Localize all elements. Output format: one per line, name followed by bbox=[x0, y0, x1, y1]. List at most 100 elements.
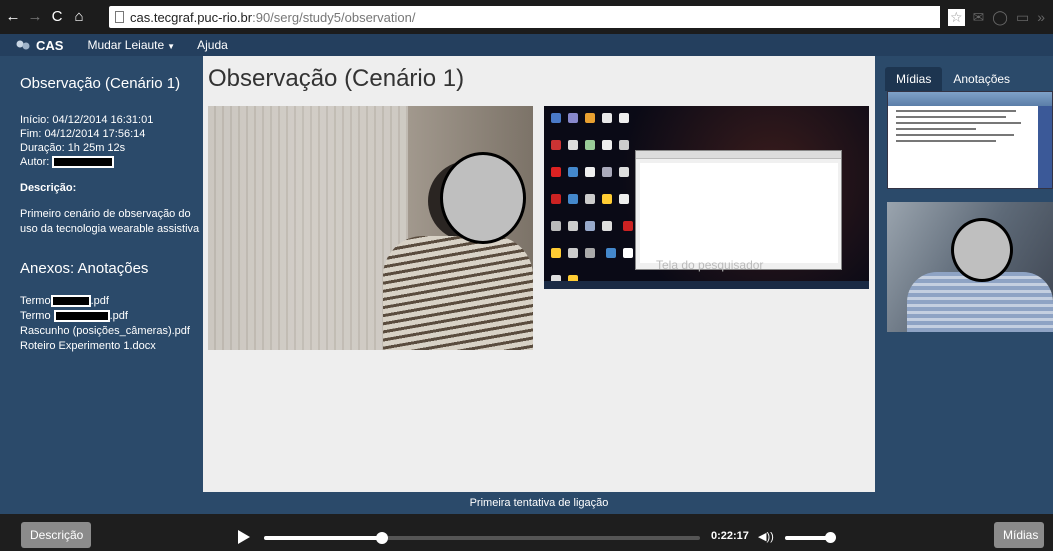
description-button[interactable]: Descrição bbox=[21, 522, 91, 548]
app-navbar: CAS Mudar Leiaute ▼ Ajuda bbox=[0, 34, 1053, 56]
volume-slider[interactable] bbox=[785, 532, 836, 543]
brand[interactable]: CAS bbox=[16, 38, 63, 53]
volume-icon[interactable]: ◀)) bbox=[758, 530, 774, 543]
chevron-down-icon: ▼ bbox=[167, 42, 176, 51]
extension-window-icon[interactable]: ▭ bbox=[1016, 9, 1029, 26]
seek-bar[interactable] bbox=[264, 532, 700, 544]
back-icon[interactable]: ← bbox=[4, 8, 22, 26]
description-label: Descrição: bbox=[20, 182, 77, 194]
volume-handle[interactable] bbox=[825, 532, 836, 543]
desktop-icon bbox=[551, 221, 561, 231]
reload-icon[interactable]: C bbox=[48, 8, 66, 26]
attachment-item[interactable]: Rascunho (posições_câmeras).pdf bbox=[20, 324, 203, 339]
desktop-icon bbox=[602, 140, 612, 150]
filename-redacted bbox=[50, 295, 91, 308]
attachments-title: Anexos: Anotações bbox=[20, 260, 149, 277]
attachment-list: Termo .pdf Termo .pdf Rascunho (posições_… bbox=[20, 294, 203, 354]
media-thumbnail-screen[interactable] bbox=[887, 91, 1053, 189]
mail-icon[interactable]: ✉ bbox=[973, 9, 985, 26]
brand-logo-icon bbox=[16, 39, 30, 51]
window-blind bbox=[208, 106, 408, 350]
desktop-icon bbox=[585, 167, 595, 177]
author-label: Autor: bbox=[20, 156, 50, 168]
volume-level bbox=[785, 536, 830, 540]
screen-overlay-label: Tela do pesquisador bbox=[656, 258, 764, 272]
bookmark-star-icon[interactable]: ☆ bbox=[948, 8, 965, 26]
forward-icon[interactable]: → bbox=[26, 8, 44, 26]
page-icon bbox=[115, 11, 124, 23]
media-tabs: Mídias Anotações bbox=[885, 67, 1021, 91]
desktop-icon bbox=[623, 248, 634, 258]
start-time: Início: 04/12/2014 16:31:01 bbox=[20, 114, 154, 126]
seek-handle[interactable] bbox=[375, 532, 388, 544]
person-body bbox=[383, 236, 533, 350]
desktop-icon bbox=[619, 113, 629, 123]
desktop-icon bbox=[551, 194, 561, 204]
extension-circle-icon[interactable]: ◯ bbox=[992, 9, 1008, 26]
attachment-prefix: Termo bbox=[20, 310, 51, 322]
thumbnail-text-line bbox=[896, 122, 1021, 124]
thumbnail-text-line bbox=[896, 134, 1014, 136]
home-icon[interactable]: ⌂ bbox=[70, 8, 88, 26]
desktop-icon bbox=[551, 167, 561, 177]
attachment-item[interactable]: Roteiro Experimento 1.docx bbox=[20, 339, 203, 354]
tab-media[interactable]: Mídias bbox=[885, 67, 943, 91]
menu-change-layout[interactable]: Mudar Leiaute ▼ bbox=[87, 38, 175, 52]
video-caption: Primeira tentativa de ligação bbox=[469, 497, 609, 509]
document-page bbox=[640, 163, 838, 263]
thumbnail-side-panel bbox=[1038, 106, 1052, 188]
attachment-item[interactable]: Termo .pdf bbox=[20, 294, 203, 309]
description-text: Primeiro cenário de observação do uso da… bbox=[20, 208, 200, 235]
menu-change-layout-label: Mudar Leiaute bbox=[87, 38, 165, 52]
player-controls: Descrição 0:22:17 ◀)) Mídias bbox=[0, 514, 1053, 551]
url-host: cas.tecgraf.puc-rio.br bbox=[130, 9, 253, 25]
desktop-icon bbox=[568, 113, 578, 123]
media-button[interactable]: Mídias bbox=[994, 522, 1044, 548]
thumbnail-toolbar bbox=[888, 92, 1052, 106]
screen-capture-video[interactable]: Tela do pesquisador bbox=[544, 106, 869, 289]
desktop-icon bbox=[602, 221, 612, 231]
desktop-icon bbox=[602, 113, 612, 123]
attachment-item[interactable]: Termo .pdf bbox=[20, 309, 203, 324]
browser-extension-icons: ☆ ✉ ◯ ▭ » bbox=[940, 6, 1053, 28]
camera-video-1[interactable] bbox=[208, 106, 533, 350]
desktop-icon bbox=[585, 140, 595, 150]
duration: Duração: 1h 25m 12s bbox=[20, 142, 126, 154]
main-content: Observação (Cenário 1) Tela do pesquisad… bbox=[203, 56, 875, 492]
attachment-suffix: .pdf bbox=[109, 310, 128, 322]
desktop-icon bbox=[585, 221, 595, 231]
desktop-icon bbox=[619, 140, 629, 150]
desktop-icon bbox=[585, 113, 595, 123]
desktop-icon bbox=[606, 248, 617, 258]
desktop-icon bbox=[551, 140, 561, 150]
end-time: Fim: 04/12/2014 17:56:14 bbox=[20, 128, 146, 140]
address-bar[interactable]: cas.tecgraf.puc-rio.br:90/serg/study5/ob… bbox=[109, 6, 1053, 28]
brand-label: CAS bbox=[36, 37, 64, 53]
desktop-icon bbox=[568, 248, 578, 258]
desktop-icon bbox=[619, 167, 629, 177]
thumbnail-text-line bbox=[896, 140, 996, 142]
face-blur-mask bbox=[440, 152, 526, 244]
desktop-icon bbox=[551, 113, 561, 123]
browser-chrome: ← → C ⌂ cas.tecgraf.puc-rio.br:90/serg/s… bbox=[0, 0, 1053, 34]
thumbnail-text-line bbox=[896, 116, 1006, 118]
desktop-icon bbox=[568, 140, 578, 150]
media-panel: Mídias Anotações bbox=[875, 56, 1053, 514]
face-blur-mask bbox=[951, 218, 1013, 282]
attachment-suffix: .pdf bbox=[90, 295, 109, 307]
tab-annotations[interactable]: Anotações bbox=[942, 67, 1021, 91]
observation-title: Observação (Cenário 1) bbox=[20, 75, 181, 92]
desktop-icon bbox=[568, 194, 578, 204]
document-window bbox=[635, 150, 842, 270]
media-thumbnail-camera[interactable] bbox=[887, 202, 1053, 332]
seek-bar-progress bbox=[264, 536, 382, 540]
author-redacted bbox=[52, 156, 115, 169]
desktop-icon bbox=[623, 221, 634, 231]
play-icon[interactable] bbox=[238, 530, 250, 544]
menu-help[interactable]: Ajuda bbox=[197, 38, 228, 52]
thumbnail-text-line bbox=[896, 110, 1016, 112]
more-icon[interactable]: » bbox=[1037, 9, 1045, 25]
desktop-icons bbox=[548, 110, 638, 289]
desktop-icon bbox=[619, 194, 629, 204]
observation-meta: Início: 04/12/2014 16:31:01 Fim: 04/12/2… bbox=[20, 113, 203, 169]
